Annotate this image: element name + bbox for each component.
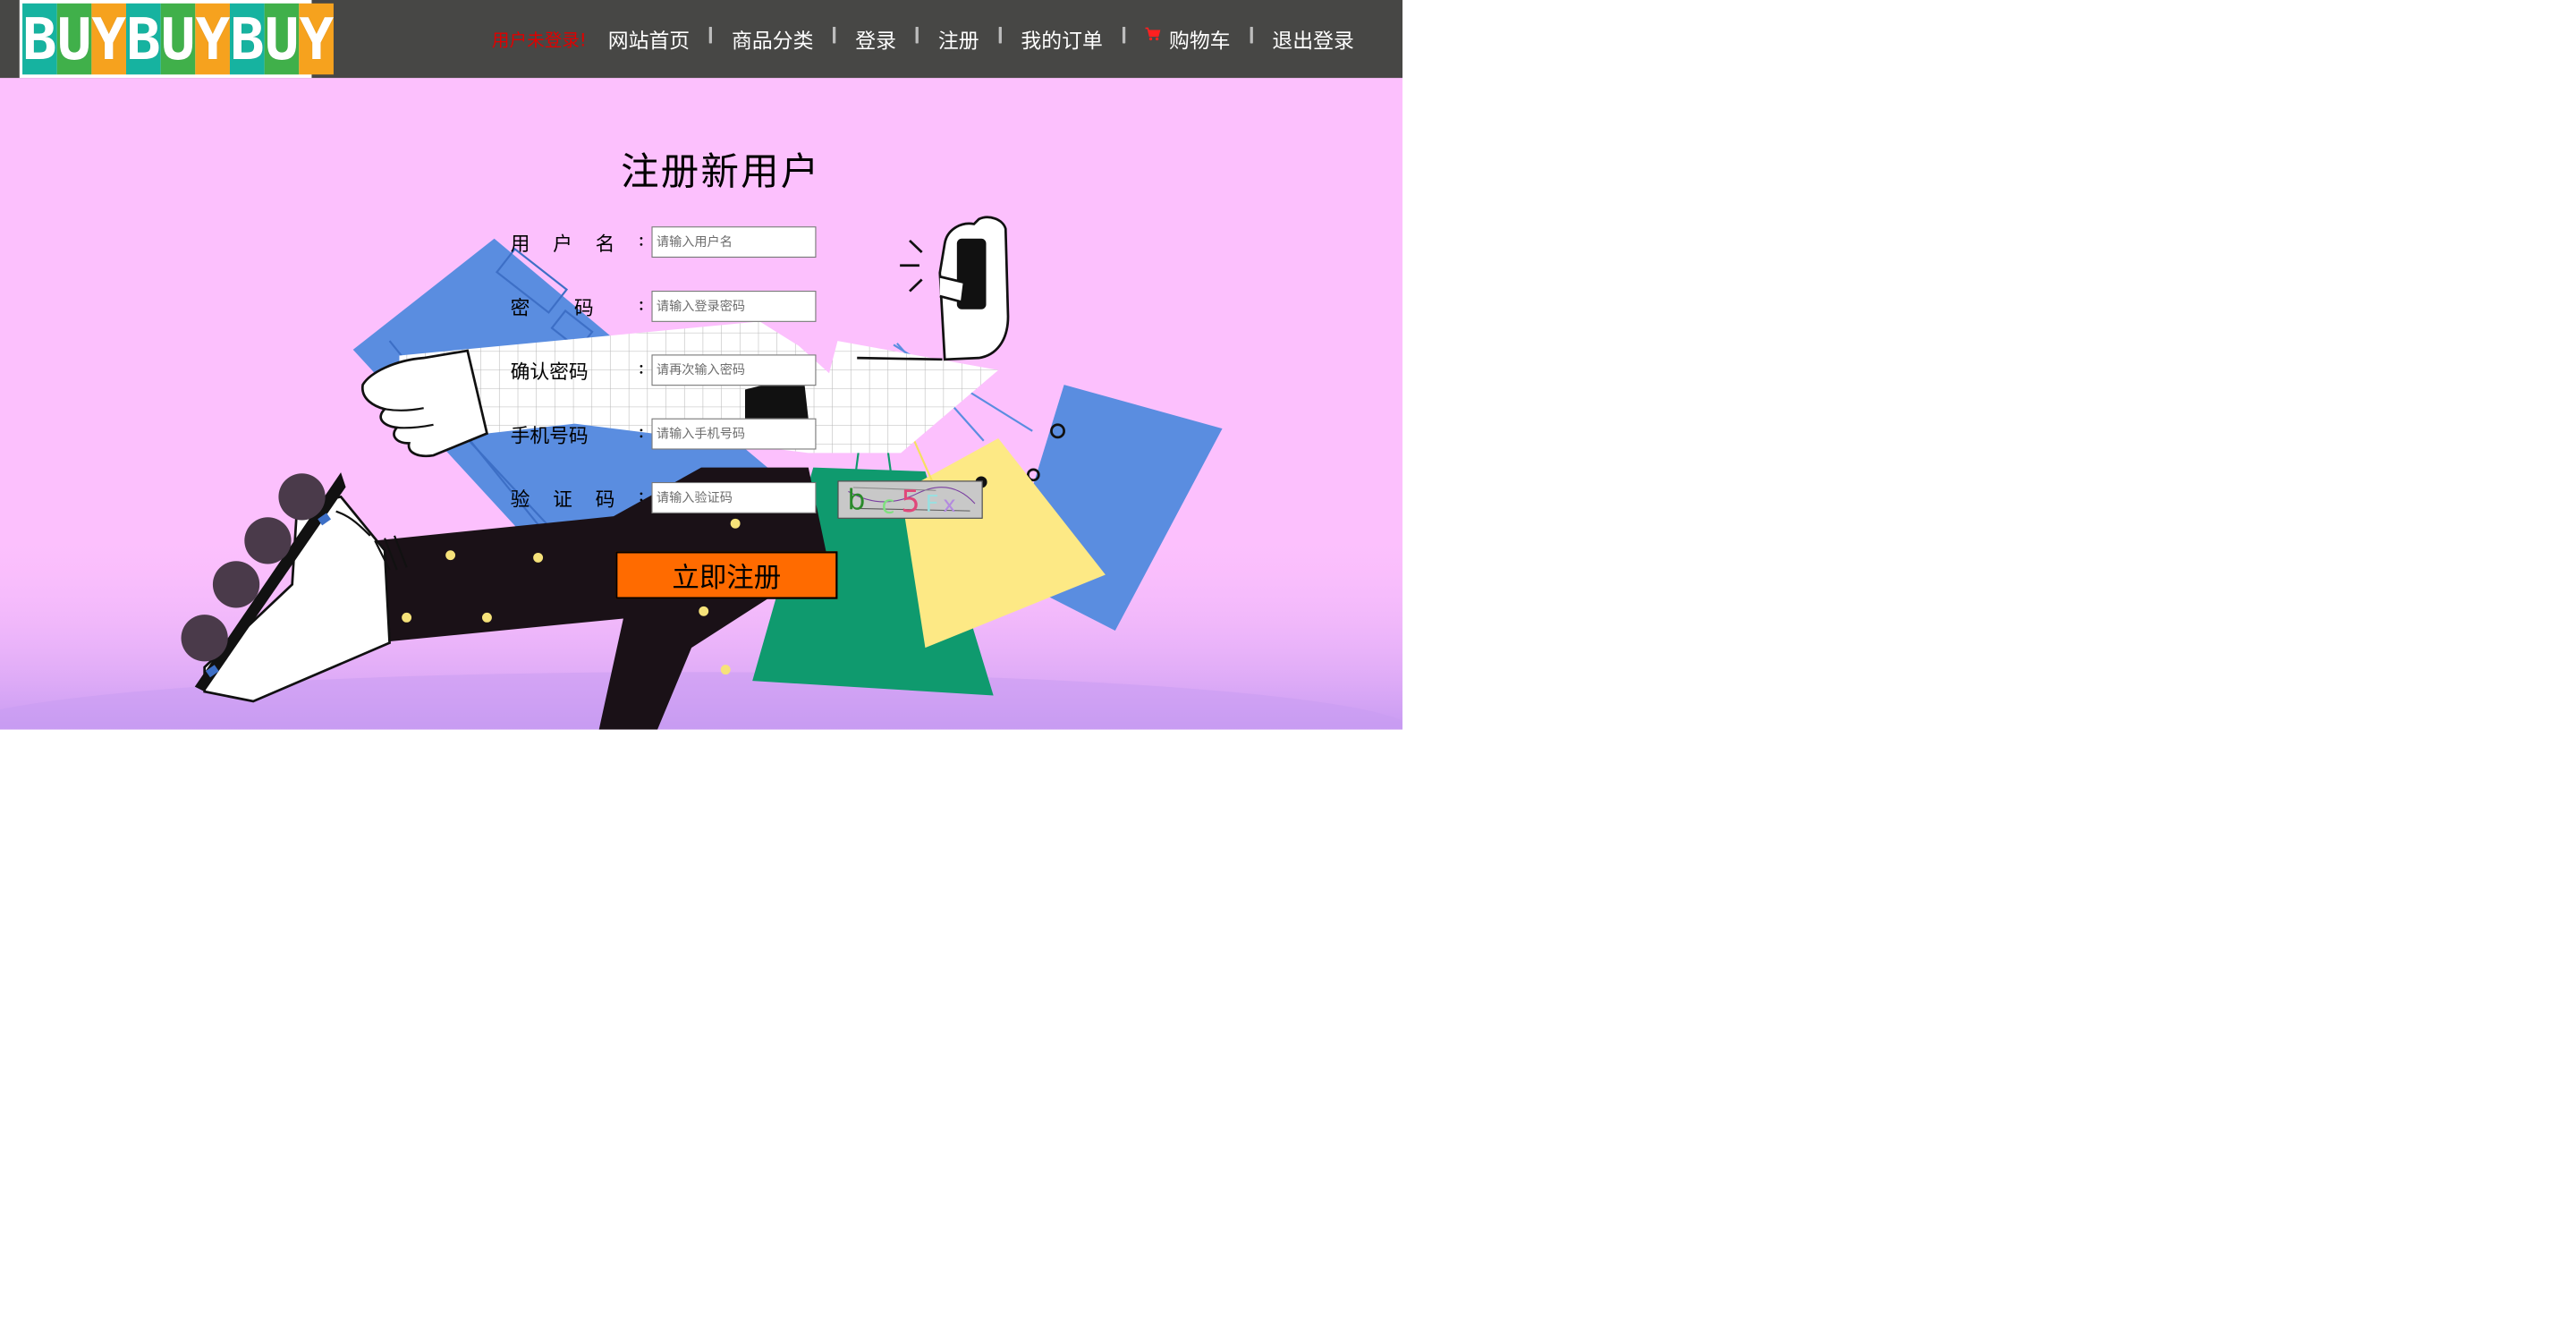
nav-home-link[interactable]: 网站首页: [608, 24, 690, 54]
page-title: 注册新用户: [621, 149, 821, 194]
nav-login-link[interactable]: 登录: [855, 24, 896, 54]
logo-letter: Y: [91, 3, 127, 75]
nav-divider: [708, 26, 713, 44]
nav-divider: [998, 26, 1002, 44]
captcha-image[interactable]: b c 5 F x: [837, 480, 983, 519]
cart-icon: [1145, 22, 1161, 47]
login-status-text: 用户未登录!: [491, 30, 587, 51]
phone-row: 手机号码 :: [510, 417, 817, 451]
username-label: 用 户 名 :: [510, 227, 645, 256]
svg-text:b: b: [847, 484, 865, 516]
password-row: 密 码 :: [510, 289, 817, 323]
username-input[interactable]: [651, 226, 817, 259]
logo-letter: Y: [195, 3, 231, 75]
confirm-password-input[interactable]: [651, 354, 817, 386]
nav-divider: [1122, 26, 1125, 44]
logo-letter: B: [22, 3, 57, 75]
nav-logout-link[interactable]: 退出登录: [1272, 24, 1353, 54]
nav-cart-link[interactable]: 购物车: [1145, 24, 1231, 54]
logo-letter: Y: [299, 3, 335, 75]
svg-text:c: c: [881, 491, 894, 517]
captcha-input[interactable]: [651, 481, 817, 513]
page: B U Y B U Y B U Y 用户未登录! 网站首页 商品分类 登录 注册…: [0, 0, 1402, 730]
nav-categories-link[interactable]: 商品分类: [732, 24, 813, 54]
username-row: 用 户 名 :: [510, 225, 817, 259]
nav-register-link[interactable]: 注册: [938, 24, 979, 54]
logo-letter: U: [56, 3, 92, 75]
logo-letter: B: [230, 3, 265, 75]
svg-text:F: F: [925, 491, 938, 518]
logo-letter: B: [126, 3, 161, 75]
captcha-row: 验 证 码 : b c 5 F x: [510, 480, 983, 519]
svg-text:5: 5: [901, 484, 919, 518]
phone-input[interactable]: [651, 418, 817, 450]
nav-cart-label: 购物车: [1168, 28, 1231, 53]
logo-letter: U: [160, 3, 196, 75]
phone-label: 手机号码 :: [510, 420, 645, 447]
top-navigation-bar: B U Y B U Y B U Y 用户未登录! 网站首页 商品分类 登录 注册…: [0, 0, 1402, 79]
confirm-password-label: 确认密码 :: [510, 355, 645, 384]
password-input[interactable]: [651, 291, 817, 322]
register-submit-button[interactable]: 立即注册: [615, 551, 838, 599]
nav-divider: [833, 26, 836, 44]
confirm-password-row: 确认密码 :: [510, 353, 817, 387]
nav-divider: [915, 26, 919, 44]
main-nav: 用户未登录! 网站首页 商品分类 登录 注册 我的订单 购物车 退出登录: [492, 0, 1354, 78]
nav-orders-link[interactable]: 我的订单: [1021, 24, 1102, 54]
site-logo[interactable]: B U Y B U Y B U Y: [19, 0, 335, 79]
password-label: 密 码 :: [510, 292, 645, 320]
svg-text:x: x: [943, 491, 956, 517]
nav-divider: [1250, 26, 1253, 44]
logo-letter: U: [264, 3, 300, 75]
captcha-label: 验 证 码 :: [510, 483, 645, 512]
